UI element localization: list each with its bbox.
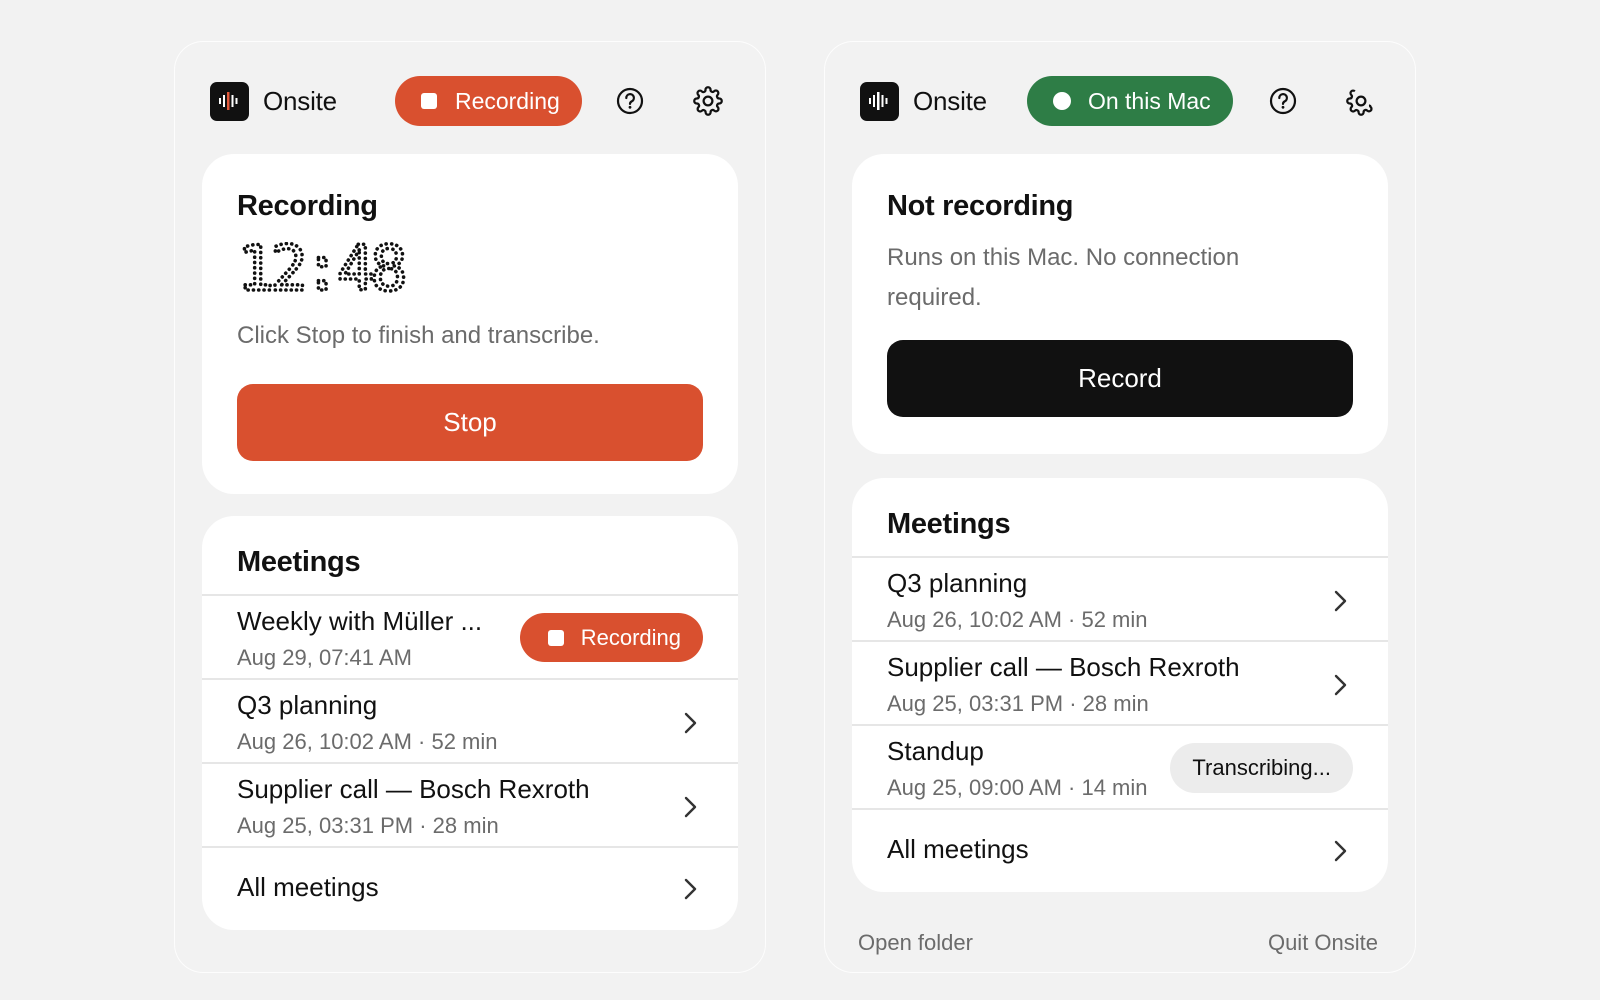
status-description-line: Runs on this Mac. No connection: [887, 244, 1240, 271]
meeting-meta: Aug 26, 10:02 AM · 52 min: [237, 729, 498, 754]
help-circle-icon: [616, 87, 643, 115]
meetings-list: Q3 planning Aug 26, 10:02 AM · 52 min Su…: [852, 556, 1388, 892]
all-meetings-label: All meetings: [237, 872, 379, 902]
recording-badge: Recording: [519, 613, 703, 662]
meeting-meta: Aug 26, 10:02 AM · 52 min: [887, 607, 1148, 632]
stop-square-icon: [420, 93, 437, 109]
meetings-card: Meetings Weekly with Müller ... Aug 29, …: [202, 516, 738, 930]
meetings-list: Weekly with Müller ... Aug 29, 07:41 AM …: [202, 594, 738, 930]
recording-card: Recording 12:48 Click Stop to finish and…: [202, 154, 738, 494]
meeting-meta: Aug 25, 03:31 PM · 28 min: [887, 691, 1149, 716]
transcribing-badge: Transcribing...: [1170, 743, 1353, 793]
meeting-meta: Aug 25, 03:31 PM · 28 min: [237, 813, 499, 838]
recording-title: Recording: [237, 190, 378, 222]
all-meetings-row[interactable]: All meetings: [202, 846, 738, 930]
quit-app-link[interactable]: Quit Onsite: [1268, 930, 1378, 956]
gear-icon: [1345, 89, 1373, 116]
all-meetings-row[interactable]: All meetings: [852, 808, 1388, 892]
meetings-title: Meetings: [237, 546, 361, 578]
meeting-title: Q3 planning: [237, 690, 378, 720]
status-description-line: required.: [887, 284, 982, 311]
audio-waveform-logo-icon: [860, 81, 899, 121]
help-circle-icon: [1269, 87, 1296, 115]
list-item[interactable]: Standup Aug 25, 09:00 AM · 14 min Transc…: [852, 724, 1388, 808]
status-card: Not recording Runs on this Mac. No conne…: [852, 154, 1388, 454]
chevron-right-icon: [1334, 590, 1347, 612]
chevron-right-icon: [684, 878, 697, 900]
open-folder-link[interactable]: Open folder: [858, 930, 973, 956]
help-button[interactable]: [612, 83, 648, 119]
meetings-title: Meetings: [887, 508, 1011, 540]
top-bar: Onsite Recording: [210, 76, 730, 126]
meeting-title: Q3 planning: [887, 568, 1028, 598]
list-item[interactable]: Q3 planning Aug 26, 10:02 AM · 52 min: [852, 556, 1388, 640]
settings-button[interactable]: [690, 83, 726, 119]
popover-panel-idle: Onsite On this Mac Not recording Runs on…: [825, 42, 1415, 972]
chevron-right-icon: [684, 796, 697, 818]
on-this-mac-status-pill[interactable]: On this Mac: [1026, 76, 1233, 126]
stop-square-icon: [547, 629, 564, 646]
top-bar: Onsite On this Mac: [860, 76, 1380, 126]
chevron-right-icon: [684, 712, 697, 734]
all-meetings-label: All meetings: [887, 834, 1029, 864]
transcribing-badge-label: Transcribing...: [1192, 755, 1331, 780]
meeting-title: Supplier call — Bosch Rexroth: [887, 652, 1240, 682]
footer-actions: Open folder Quit Onsite: [858, 930, 1378, 956]
list-item[interactable]: Q3 planning Aug 26, 10:02 AM · 52 min: [202, 678, 738, 762]
status-dot-icon: [1052, 92, 1071, 110]
meetings-card: Meetings Q3 planning Aug 26, 10:02 AM · …: [852, 478, 1388, 892]
record-button-label: Record: [1078, 363, 1162, 393]
chevron-right-icon: [1334, 840, 1347, 862]
recording-timer: 12:48: [237, 242, 410, 302]
list-item[interactable]: Supplier call — Bosch Rexroth Aug 25, 03…: [852, 640, 1388, 724]
stop-button[interactable]: Stop: [237, 384, 703, 461]
stop-button-label: Stop: [443, 407, 497, 437]
meeting-title: Supplier call — Bosch Rexroth: [237, 774, 590, 804]
help-button[interactable]: [1265, 83, 1301, 119]
record-button[interactable]: Record: [887, 340, 1353, 417]
app-name: Onsite: [263, 85, 337, 116]
status-pill-label: On this Mac: [1087, 87, 1211, 114]
list-item[interactable]: Weekly with Müller ... Aug 29, 07:41 AM …: [202, 594, 738, 678]
list-item[interactable]: Supplier call — Bosch Rexroth Aug 25, 03…: [202, 762, 738, 846]
status-title: Not recording: [887, 190, 1074, 222]
settings-button[interactable]: [1343, 83, 1379, 119]
recording-badge-label: Recording: [580, 624, 681, 650]
recording-hint: Click Stop to finish and transcribe.: [237, 322, 600, 349]
recording-status-pill[interactable]: Recording: [394, 76, 582, 126]
recording-status-label: Recording: [454, 87, 560, 114]
status-description: Runs on this Mac. No connection required…: [887, 238, 1239, 318]
app-name: Onsite: [913, 85, 987, 116]
recording-timer-text: 12:48: [237, 242, 404, 302]
chevron-right-icon: [1334, 674, 1347, 696]
audio-waveform-logo-icon: [210, 81, 249, 121]
gear-icon: [692, 86, 723, 116]
popover-panel-recording: Onsite Recording Recording 12:48 Click S…: [175, 42, 765, 972]
